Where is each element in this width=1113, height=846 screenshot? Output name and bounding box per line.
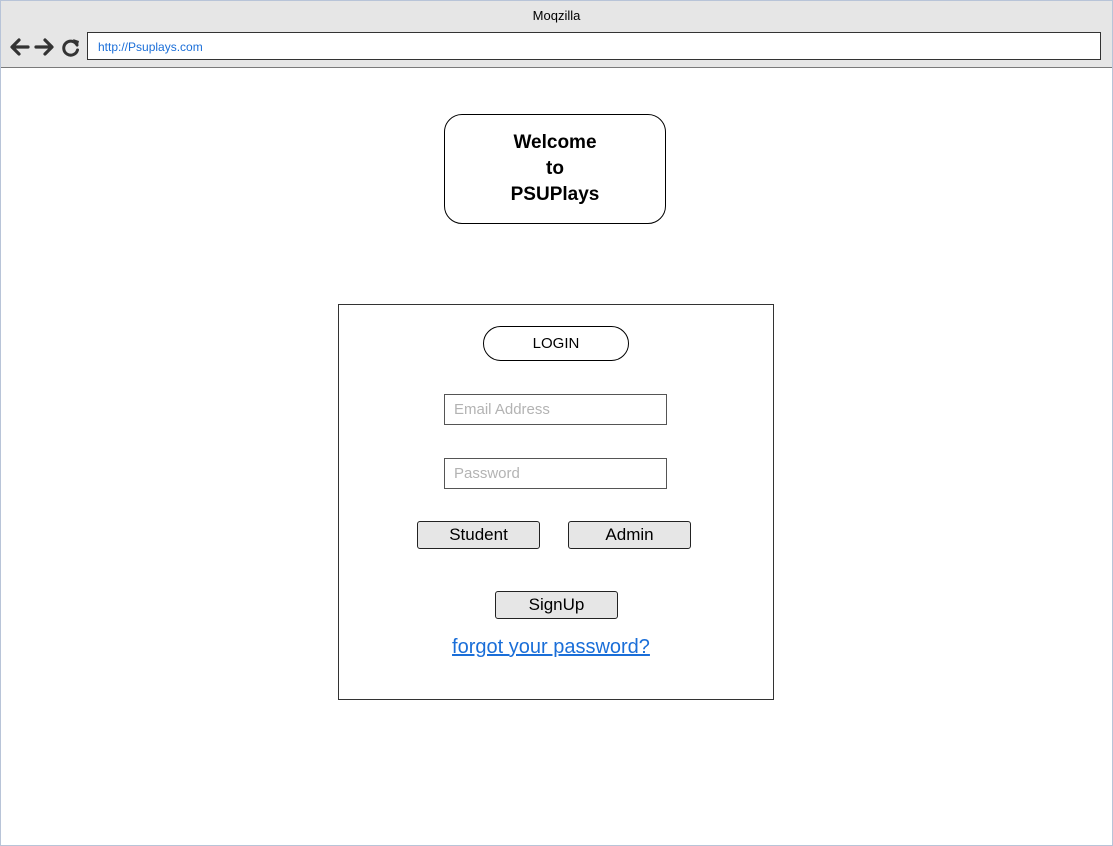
browser-window: Moqzilla http://Psuplays.com Welcome to …: [0, 0, 1113, 846]
welcome-line-2: to: [546, 158, 564, 179]
welcome-line-1: Welcome: [513, 132, 597, 153]
admin-button[interactable]: Admin: [568, 521, 691, 549]
window-title: Moqzilla: [532, 8, 581, 23]
student-button[interactable]: Student: [417, 521, 540, 549]
email-field[interactable]: [444, 394, 667, 425]
login-heading: LOGIN: [483, 326, 629, 361]
login-panel: LOGIN Student Admin SignUp forgot your p…: [338, 304, 774, 700]
welcome-banner: Welcome to PSUPlays: [444, 114, 666, 224]
url-bar[interactable]: http://Psuplays.com: [87, 32, 1101, 60]
forward-arrow-icon[interactable]: [34, 36, 56, 58]
signup-button[interactable]: SignUp: [495, 591, 618, 619]
welcome-line-3: PSUPlays: [510, 184, 600, 205]
forgot-password-link[interactable]: forgot your password?: [339, 636, 763, 659]
reload-icon[interactable]: [60, 36, 82, 58]
password-field[interactable]: [444, 458, 667, 489]
browser-chrome: Moqzilla http://Psuplays.com: [1, 1, 1112, 68]
back-arrow-icon[interactable]: [8, 36, 30, 58]
